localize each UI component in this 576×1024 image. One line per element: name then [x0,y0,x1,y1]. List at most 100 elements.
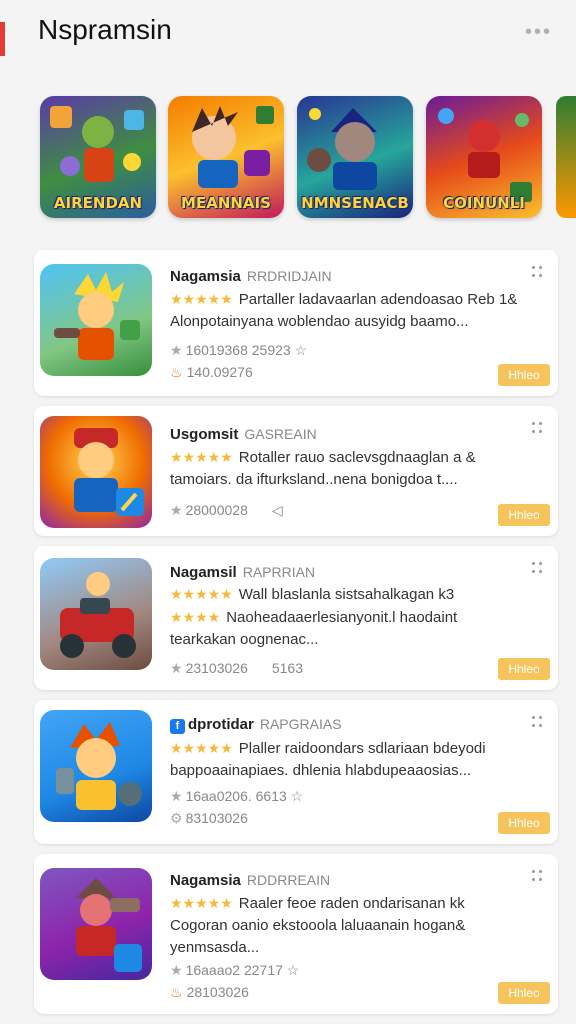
featured-title: AIRENDAN [53,194,143,212]
stat-value: 16aaao2 22717 ☆ [185,962,300,978]
featured-carousel[interactable]: AIRENDAN MEANNAIS NMNSENACB COINUNLI [0,90,576,225]
install-button[interactable]: Hhleo [498,364,550,386]
stat-value: 28000028 [185,502,248,518]
app-stats: ★ 16aaao2 22717 ☆ [170,962,299,979]
game-art-icon [54,272,140,360]
install-button[interactable]: Hhleo [498,812,550,834]
featured-title: NMNSENACB [301,194,409,212]
card-menu-icon[interactable] [532,562,544,576]
desc-line: Plaller raidoondars sdlariaan bdeyodi [238,740,486,757]
page-title: Nspramsin [38,14,172,45]
app-title: f dprotidar RAPGRAIAS [170,716,342,734]
app-category: RRDRIDJAIN [246,268,332,284]
app-name: Nagamsil [170,564,237,581]
stat-extra: ◁ [271,502,283,518]
app-card[interactable]: Usgomsit GASREAIN ★★★★★ Rotaller rauo sacl… [34,406,558,536]
desc-line: Raaler feoe raden ondarisanan kk [238,895,465,912]
featured-card-1[interactable]: AIRENDAN [40,96,156,218]
desc-line: tearkakan oognenac... [170,631,319,648]
app-header: Nspramsin ••• [0,0,576,70]
desc-line: Alonpotainyana woblendao ausyidg baamo..… [170,313,469,330]
star-icon: ★ [170,788,183,804]
app-description: ★★★★★ Raaler feoe raden ondarisanan kk Co… [170,892,518,959]
desc-line: Wall blaslanla sistsahalkagan k3 [238,586,455,603]
stat-value: 16aa0206. 6613 ☆ [185,788,304,804]
app-stats: ★ 23103026 5163 [170,660,303,677]
featured-card-2[interactable]: MEANNAIS [168,96,284,218]
rating-stars: ★★★★★ [170,740,233,756]
app-description: ★★★★★ Plaller raidoondars sdlariaan bdeyo… [170,737,518,782]
app-category: GASREAIN [244,426,317,442]
stat-value: 83103026 [185,810,248,826]
app-description: ★★★★★ Wall blaslanla sistsahalkagan k3 ★★… [170,583,518,651]
app-downloads: ♨ 140.09276 [170,364,253,381]
card-menu-icon[interactable] [532,870,544,884]
install-button[interactable]: Hhleo [498,504,550,526]
desc-line: tamoiars. da ifturksland..nena bonigdoa … [170,471,458,488]
app-stats: ★ 16019368 25923 ☆ [170,342,307,359]
desc-line: Rotaller rauo saclevsgdnaaglan a & [238,449,476,466]
desc-line: Cogoran oanio ekstooola laluaanain hogan… [170,917,466,934]
star-icon: ★ [170,962,183,978]
app-stats: ★ 16aa0206. 6613 ☆ [170,788,303,805]
app-name: Usgomsit [170,426,239,443]
more-dots-icon[interactable]: ••• [525,22,552,42]
game-art-icon [76,878,142,972]
desc-line: yenmsasda... [170,939,260,956]
featured-card-3[interactable]: NMNSENACB [297,96,413,218]
desc-line: bappoaainapiaes. dhlenia hlabdupeaaosias… [170,762,472,779]
install-button[interactable]: Hhleo [498,658,550,680]
app-description: ★★★★★ Partaller ladavaarlan adendoasao Re… [170,288,518,333]
rating-stars: ★★★★★ [170,291,233,307]
featured-title: MEANNAIS [181,194,271,212]
app-name: Nagamsia [170,268,241,285]
game-art-icon [60,572,136,658]
star-icon: ★ [170,660,183,676]
card-menu-icon[interactable] [532,716,544,730]
app-name: dprotidar [188,716,254,733]
app-stats: ★ 28000028 ◁ [170,502,283,519]
fire-icon: ♨ [170,364,183,380]
featured-card-4[interactable]: COINUNLI [426,96,542,218]
app-category: RAPGRAIAS [259,716,342,732]
app-card[interactable]: Nagamsia RRDRIDJAIN ★★★★★ Partaller ladava… [34,250,558,396]
stat-value: 140.09276 [186,364,253,380]
star-icon: ★ [170,342,183,358]
app-downloads: ♨ 28103026 [170,984,249,1001]
app-icon[interactable] [40,868,152,980]
app-icon[interactable] [40,558,152,670]
app-title: Usgomsit GASREAIN [170,426,317,443]
app-description: ★★★★★ Rotaller rauo saclevsgdnaaglan a & … [170,446,518,491]
app-category: RAPRRIAN [242,564,316,580]
install-button[interactable]: Hhleo [498,982,550,1004]
featured-title: COINUNLI [443,194,525,212]
stat-value: 28103026 [186,984,249,1000]
rating-stars: ★★★★ [170,609,221,625]
facebook-icon: f [170,719,185,734]
app-name: Nagamsia [170,872,241,889]
app-icon[interactable] [40,710,152,822]
rating-stars: ★★★★★ [170,895,233,911]
star-icon: ★ [170,502,183,518]
card-menu-icon[interactable] [532,422,544,436]
app-icon[interactable] [40,416,152,528]
gear-icon: ⚙ [170,810,183,826]
app-card[interactable]: f dprotidar RAPGRAIAS ★★★★★ Plaller raidoon… [34,700,558,844]
stat-value: 16019368 25923 ☆ [185,342,308,358]
game-art-icon [56,722,142,810]
app-title: Nagamsil RAPRRIAN [170,564,315,581]
rating-stars: ★★★★★ [170,586,233,602]
stat-extra: 5163 [271,660,304,676]
app-category: RDDRREAIN [246,872,331,888]
app-title: Nagamsia RDDRREAIN [170,872,330,889]
desc-line: Naoheadaaerlesianyonit.l haodaint [226,609,458,626]
desc-line: Partaller ladavaarlan adendoasao Reb 1& [238,291,518,308]
app-card[interactable]: Nagamsil RAPRRIAN ★★★★★ Wall blaslanla sis… [34,546,558,690]
fire-icon: ♨ [170,984,183,1000]
app-card[interactable]: Nagamsia RDDRREAIN ★★★★★ Raaler feoe raden… [34,854,558,1014]
app-downloads: ⚙ 83103026 [170,810,248,827]
stat-value: 23103026 [185,660,248,676]
app-icon[interactable] [40,264,152,376]
featured-card-peek[interactable] [556,96,576,218]
card-menu-icon[interactable] [532,266,544,280]
